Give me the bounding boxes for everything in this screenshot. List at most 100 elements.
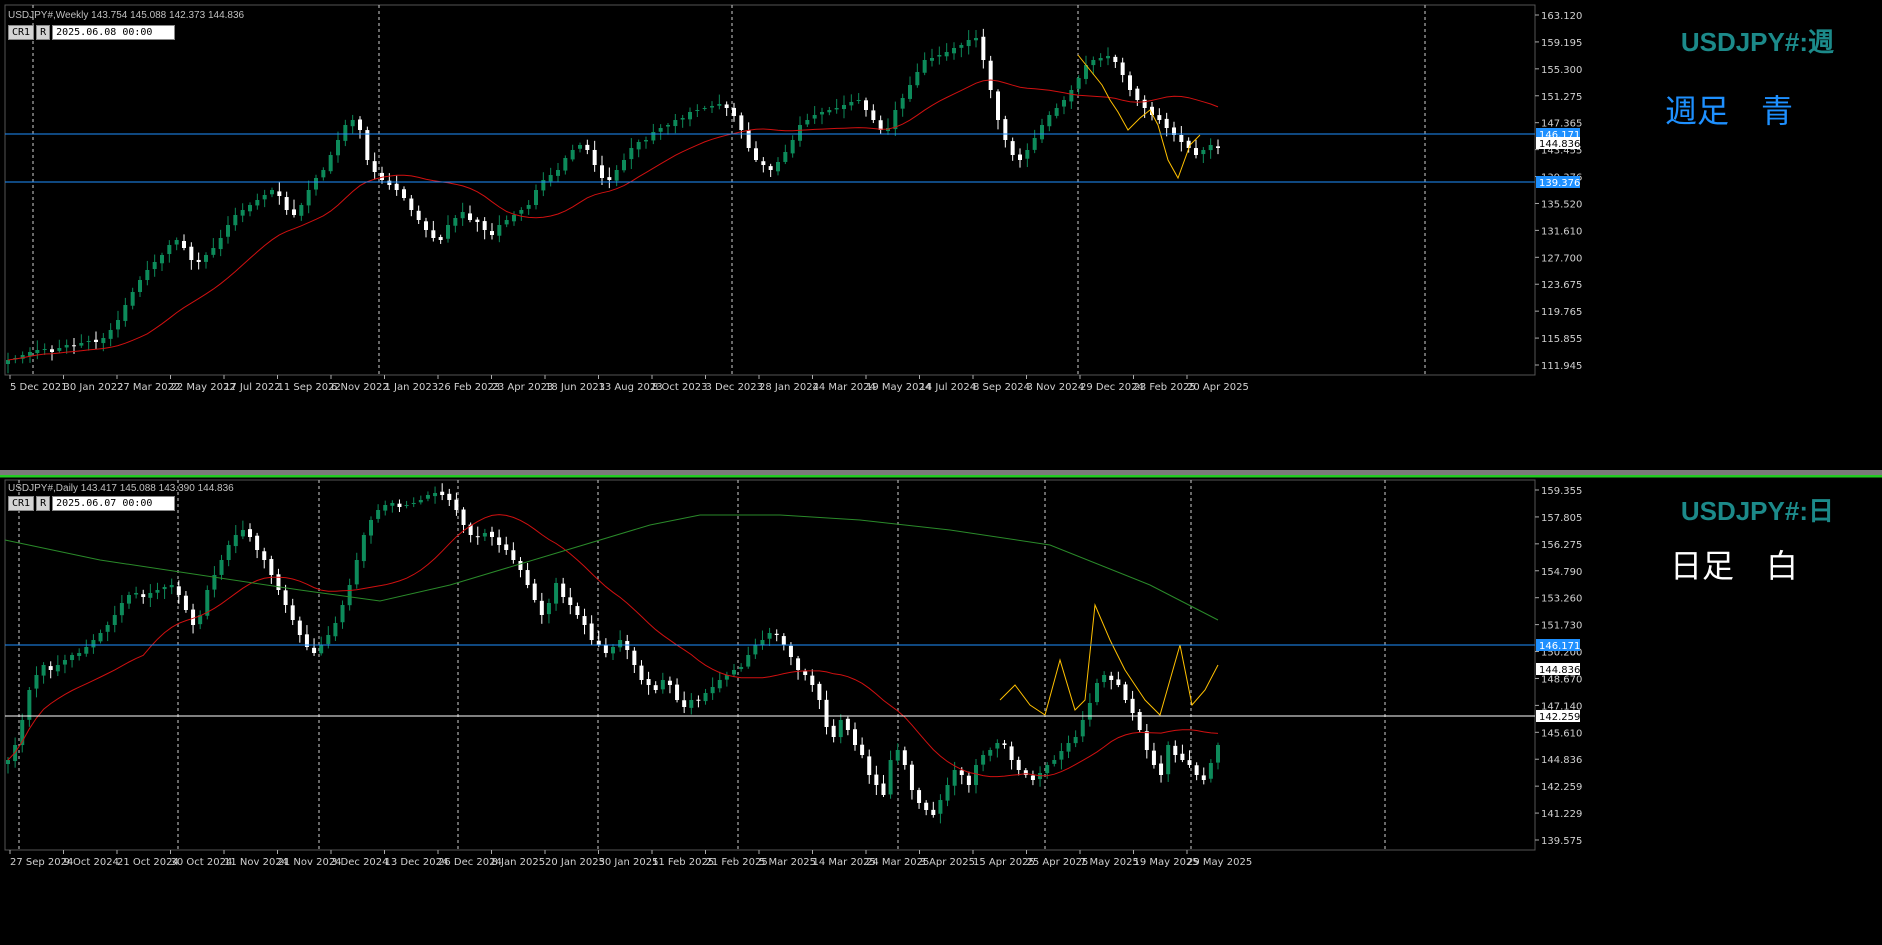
weekly-candle-body	[878, 120, 883, 130]
daily-candle-body	[1080, 720, 1085, 737]
weekly-candle-body	[519, 210, 524, 214]
daily-candle-body	[1059, 751, 1064, 760]
weekly-candle-body	[644, 140, 648, 142]
weekly-candle-body	[1194, 148, 1198, 155]
weekly-candle-body	[409, 198, 414, 210]
daily-candle-body	[952, 770, 957, 786]
daily-ohlc-header: USDJPY#,Daily 143.417 145.088 143.390 14…	[8, 483, 234, 494]
weekly-candle-body	[196, 259, 201, 262]
weekly-candle-body	[116, 320, 120, 330]
daily-candle-body	[226, 545, 231, 560]
daily-candle-body	[810, 675, 815, 685]
daily-candle-body	[753, 645, 758, 655]
weekly-candle-body	[622, 160, 626, 171]
weekly-candle-body	[79, 343, 84, 346]
weekly-x-tick-label: 14 Jul 2024	[920, 382, 977, 393]
weekly-candle-body	[314, 178, 318, 190]
weekly-candle-body	[944, 52, 949, 57]
weekly-candle-body	[94, 339, 98, 342]
daily-candle-body	[831, 725, 836, 737]
daily-candle-body	[155, 590, 160, 593]
weekly-candle-body	[1054, 108, 1059, 116]
daily-x-tick-label: 29 May 2025	[1187, 857, 1252, 868]
weekly-candle-body	[1157, 115, 1162, 120]
daily-chart-canvas[interactable]: 159.355 157.805 156.275 154.790 153.260 151.7…	[0, 475, 1882, 945]
weekly-candle-body	[768, 166, 773, 170]
daily-candle-body	[6, 760, 10, 764]
daily-x-tick-label: 30 Jan 2025	[599, 857, 659, 868]
weekly-chart-canvas[interactable]: 163.120159.195155.300151.275147.365143.4…	[0, 0, 1882, 470]
daily-candle-body	[1052, 760, 1057, 764]
weekly-r-label: R	[36, 25, 51, 40]
daily-candle-body	[1073, 737, 1078, 744]
weekly-candle-body	[827, 110, 832, 113]
daily-candle-body	[34, 675, 39, 689]
daily-candle-body	[689, 700, 694, 708]
daily-candle-body	[532, 583, 537, 600]
daily-candle-body	[290, 605, 295, 620]
daily-candle-body	[347, 585, 352, 606]
weekly-candle-body	[658, 128, 663, 132]
weekly-candle-body	[460, 212, 465, 219]
daily-x-tick-label: 8 Jan 2025	[492, 857, 546, 868]
daily-chart-panel[interactable]: 159.355 157.805 156.275 154.790 153.260 151.7…	[0, 475, 1882, 945]
weekly-x-tick-label: 6 Nov 2022	[331, 382, 389, 393]
weekly-candle-body	[1201, 150, 1206, 155]
daily-candle-body	[112, 615, 117, 625]
weekly-candle-body	[174, 240, 179, 245]
weekly-candle-body	[270, 190, 274, 195]
daily-candle-body	[84, 647, 89, 654]
weekly-candle-body	[981, 36, 986, 60]
weekly-candle-body	[900, 98, 905, 109]
daily-candle-body	[774, 633, 779, 635]
daily-candle-body	[425, 495, 430, 499]
daily-candle-body	[1137, 712, 1142, 730]
daily-candle-body	[390, 503, 395, 506]
daily-candle-body	[582, 616, 587, 625]
weekly-candle-body	[416, 210, 421, 220]
weekly-candle-body	[1216, 146, 1220, 148]
weekly-candle-body	[871, 110, 876, 120]
weekly-candle-body	[754, 148, 758, 160]
weekly-candle-body	[86, 341, 91, 342]
daily-candle-body	[511, 550, 516, 560]
weekly-x-tick-label: 20 Apr 2025	[1187, 382, 1249, 393]
daily-candle-body	[796, 658, 801, 670]
daily-candle-body	[682, 700, 687, 707]
weekly-candle-body	[856, 100, 861, 101]
weekly-candle-body	[1106, 56, 1110, 59]
daily-candle-body	[447, 493, 452, 500]
weekly-tag-row: CR1 R 2025.06.08 00:00	[8, 25, 177, 40]
weekly-candle-body	[988, 60, 993, 90]
weekly-candle-body	[468, 213, 472, 220]
weekly-candle-body	[240, 210, 245, 216]
weekly-candle-body	[922, 60, 927, 73]
daily-candle-body	[646, 679, 651, 685]
weekly-candle-body	[402, 189, 406, 198]
weekly-candle-body	[812, 115, 817, 119]
weekly-candle-body	[1208, 145, 1213, 151]
daily-candle-body	[639, 665, 644, 680]
daily-candle-body	[233, 535, 238, 547]
daily-candle-body	[91, 640, 96, 648]
daily-candle-body	[596, 640, 601, 645]
daily-x-tick-label: 7 May 2025	[1080, 857, 1139, 868]
weekly-candle-body	[350, 120, 355, 127]
weekly-chart-panel[interactable]: 163.120 159.195 155.300 151.275 147.365 143.4…	[0, 0, 1882, 470]
daily-candle-body	[1208, 763, 1213, 779]
weekly-candle-body	[145, 270, 150, 281]
daily-candle-body	[1030, 775, 1035, 780]
daily-candle-body	[1102, 675, 1107, 683]
daily-candle-body	[966, 775, 971, 785]
weekly-y-tick-label: 159.195	[1541, 38, 1582, 49]
weekly-candle-body	[915, 72, 920, 86]
weekly-candle-body	[328, 155, 333, 172]
weekly-candle-body	[1040, 125, 1044, 140]
weekly-candle-body	[482, 221, 487, 230]
daily-candle-body	[760, 640, 765, 645]
weekly-candle-body	[255, 200, 260, 206]
daily-r-label: R	[36, 496, 51, 511]
weekly-candle-body	[6, 360, 10, 364]
weekly-candle-body	[673, 120, 678, 127]
weekly-note-label: 週足 青	[1665, 93, 1794, 129]
